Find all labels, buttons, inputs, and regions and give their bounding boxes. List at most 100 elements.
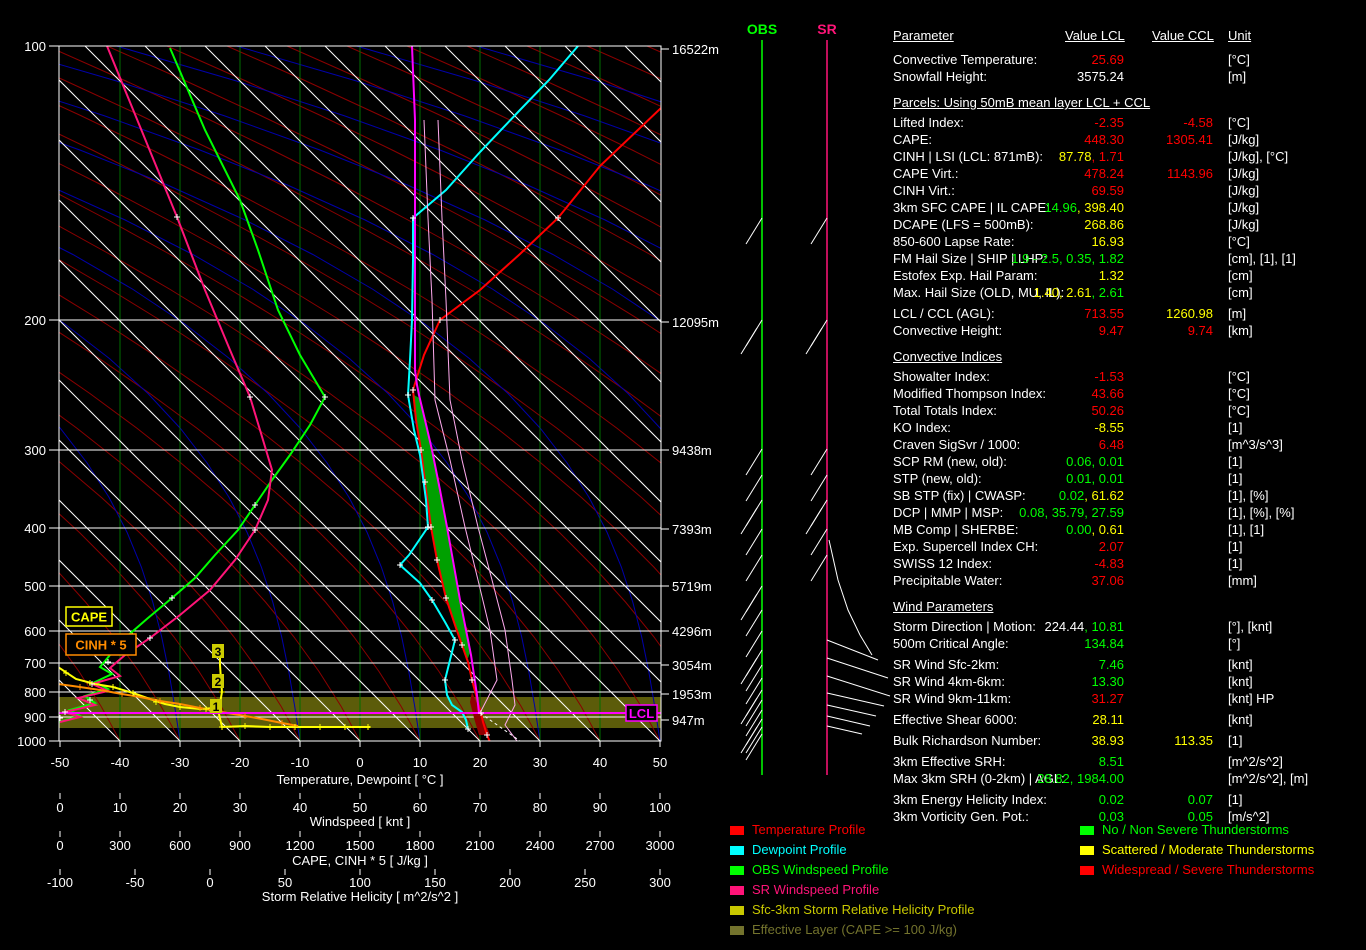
axis-tick-label: 100: [349, 875, 371, 890]
param-unit: [°]: [1228, 636, 1241, 651]
param-unit: [1]: [1228, 471, 1243, 486]
param-unit: [°C]: [1228, 369, 1250, 384]
axis-tick-label: -50: [126, 875, 145, 890]
pressure-tick-label: 600: [24, 624, 46, 639]
param-value-lcl: -4.83: [1094, 556, 1124, 571]
legend-label: Dewpoint Profile: [752, 842, 847, 857]
table-row: SB STP (fix) | CWASP: 0.02, 61.62 [1], [%]: [893, 488, 1363, 504]
table-row: CAPE Virt.: 478.24 1143.96 [J/kg]: [893, 166, 1363, 182]
param-value-lcl: 87.78, 1.71: [1058, 149, 1124, 164]
axis-title: Temperature, Dewpoint [ °C ]: [276, 772, 443, 787]
param-unit: [°C]: [1228, 234, 1250, 249]
table-row: Max. Hail Size (OLD, MU, IL): 1.40, 2.61,…: [893, 285, 1363, 301]
table-row: Modified Thompson Index: 43.66 [°C]: [893, 386, 1363, 402]
table-row: Convective Height: 9.47 9.74 [km]: [893, 323, 1363, 339]
pressure-tick-label: 400: [24, 521, 46, 536]
table-row: SWISS 12 Index: -4.83 [1]: [893, 556, 1363, 572]
param-value-ccl: 9.74: [1187, 323, 1213, 338]
param-unit: [J/kg]: [1228, 132, 1260, 147]
table-row: CINH Virt.: 69.59 [J/kg]: [893, 183, 1363, 199]
param-unit: [m^2/s^2]: [1228, 754, 1283, 769]
table-section-header: Parcels: Using 50mB mean layer LCL + CCL: [893, 95, 1151, 110]
axis-tick-label: 30: [233, 800, 247, 815]
height-tick-label: 3054m: [672, 658, 712, 673]
param-value-lcl: 0.00, 0.61: [1066, 522, 1124, 537]
legend-swatch-icon: [730, 846, 744, 855]
pressure-tick-label: 700: [24, 656, 46, 671]
severity-legend: No / Non Severe Thunderstorms Scattered /…: [1080, 822, 1366, 886]
table-row: DCAPE (LFS = 500mB): 268.86 [J/kg]: [893, 217, 1363, 233]
km-marker-label: 2: [215, 675, 222, 689]
param-value-lcl: 268.86: [1084, 217, 1124, 232]
param-unit: [1]: [1228, 556, 1243, 571]
legend-label: Scattered / Moderate Thunderstorms: [1102, 842, 1315, 857]
param-value-lcl: 69.59: [1091, 183, 1124, 198]
legend-swatch-icon: [730, 926, 744, 935]
axis-tick-label: 10: [113, 800, 127, 815]
table-row: DCP | MMP | MSP: 0.08, 35.79, 27.59 [1], […: [893, 505, 1363, 521]
param-unit: [knt] HP: [1228, 691, 1275, 706]
axis-tick-label: 0: [56, 800, 63, 815]
param-value-lcl: 2.07: [1098, 539, 1124, 554]
param-unit: [1], [%], [%]: [1228, 505, 1295, 520]
axis-tick-label: 20: [473, 755, 487, 770]
param-value-lcl: 8.51: [1098, 754, 1124, 769]
pressure-tick-label: 200: [24, 313, 46, 328]
param-value-ccl: -4.58: [1183, 115, 1213, 130]
legend-label: Sfc-3km Storm Relative Helicity Profile: [752, 902, 975, 917]
axis-tick-label: 1800: [406, 838, 435, 853]
axis-tick-label: 900: [229, 838, 251, 853]
axis-tick-label: 150: [424, 875, 446, 890]
table-row: Showalter Index: -1.53 [°C]: [893, 369, 1363, 385]
table-column-header: Unit: [1228, 28, 1252, 43]
axis-tick-label: 1500: [346, 838, 375, 853]
axis-tick-label: 0: [206, 875, 213, 890]
table-row: 3km Energy Helicity Index: 0.02 0.07 [1]: [893, 792, 1363, 808]
table-column-header: Value CCL: [1152, 28, 1214, 43]
height-tick-label: 16522m: [672, 42, 719, 57]
table-section-header: Convective Indices: [893, 349, 1003, 364]
height-tick-label: 12095m: [672, 315, 719, 330]
param-value-lcl: -8.55: [1094, 420, 1124, 435]
axis-tick-label: 300: [109, 838, 131, 853]
legend-swatch-icon: [1080, 846, 1094, 855]
table-row: FM Hail Size | SHIP | LHP: 1.9 - 2.5, 0.3…: [893, 251, 1363, 267]
param-value-ccl: 1305.41: [1166, 132, 1213, 147]
table-row: SR Wind 4km-6km: 13.30 [knt]: [893, 674, 1363, 690]
legend-swatch-icon: [1080, 826, 1094, 835]
obs-panel-label: OBS: [747, 21, 777, 37]
param-value-lcl: 1.32: [1098, 268, 1124, 283]
axis-tick-label: 20: [173, 800, 187, 815]
axis-tick-label: 60: [413, 800, 427, 815]
axis-tick-label: 1200: [286, 838, 315, 853]
profile-legend: Temperature Profile Dewpoint Profile OBS W…: [730, 822, 1070, 946]
table-row: Snowfall Height: 3575.24 [m]: [893, 69, 1363, 85]
axis-tick-label: -30: [171, 755, 190, 770]
lcl-label: LCL: [629, 706, 654, 721]
param-unit: [m]: [1228, 69, 1247, 84]
param-unit: [1]: [1228, 733, 1243, 748]
table-row: Bulk Richardson Number: 38.93 113.35 [1]: [893, 733, 1363, 749]
param-value-lcl: 28.11: [1092, 712, 1124, 727]
axis-title: Storm Relative Helicity [ m^2/s^2 ]: [262, 889, 458, 904]
param-value-lcl: 0.01, 0.01: [1066, 471, 1124, 486]
legend-label: Widespread / Severe Thunderstorms: [1102, 862, 1315, 877]
axis-tick-label: 80: [533, 800, 547, 815]
table-row: 850-600 Lapse Rate: 16.93 [°C]: [893, 234, 1363, 250]
axis-tick-label: 50: [278, 875, 292, 890]
axis-tick-label: -40: [111, 755, 130, 770]
axis-tick-label: 3000: [646, 838, 675, 853]
param-value-lcl: 13.30: [1091, 674, 1124, 689]
param-value-lcl: 0.06, 0.01: [1066, 454, 1124, 469]
table-row: MB Comp | SHERBE: 0.00, 0.61 [1], [1]: [893, 522, 1363, 538]
param-unit: [cm]: [1228, 268, 1253, 283]
param-value-ccl: 113.35: [1174, 733, 1213, 748]
param-unit: [1]: [1228, 792, 1243, 807]
table-header-row: Parameter Value LCL Value CCL Unit: [893, 28, 1363, 44]
table-column-header: Parameter: [893, 28, 954, 43]
axis-tick-label: 50: [353, 800, 367, 815]
axis-tick-label: 90: [593, 800, 607, 815]
param-unit: [°], [knt]: [1228, 619, 1273, 634]
km-marker-label: 3: [215, 645, 222, 659]
table-row: Storm Direction | Motion: 224.44, 10.81 [°…: [893, 619, 1363, 635]
